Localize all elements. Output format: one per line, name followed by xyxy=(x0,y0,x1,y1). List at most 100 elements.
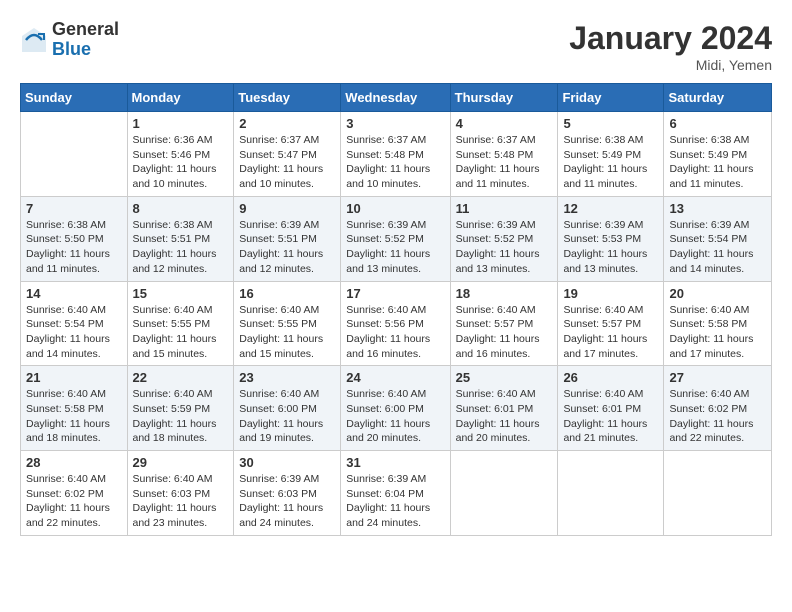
calendar-cell: 23 Sunrise: 6:40 AMSunset: 6:00 PMDayligh… xyxy=(234,366,341,451)
logo-blue: Blue xyxy=(52,40,119,60)
calendar-cell: 9 Sunrise: 6:39 AMSunset: 5:51 PMDaylight… xyxy=(234,196,341,281)
calendar-cell: 2Sunrise: 6:37 AMSunset: 5:47 PMDaylight… xyxy=(234,112,341,197)
week-row-3: 21Sunrise: 6:40 AMSunset: 5:58 PMDayligh… xyxy=(21,366,772,451)
week-row-4: 28Sunrise: 6:40 AMSunset: 6:02 PMDayligh… xyxy=(21,451,772,536)
calendar-cell: 25 Sunrise: 6:40 AMSunset: 6:01 PMDayligh… xyxy=(450,366,558,451)
header-saturday: Saturday xyxy=(664,84,772,112)
day-number: 30 xyxy=(239,455,335,470)
day-number: 16 xyxy=(239,286,335,301)
day-number: 20 xyxy=(669,286,766,301)
header-friday: Friday xyxy=(558,84,664,112)
day-number: 22 xyxy=(133,370,229,385)
day-number: 9 xyxy=(239,201,335,216)
calendar-cell: 19 Sunrise: 6:40 AMSunset: 5:57 PMDayligh… xyxy=(558,281,664,366)
calendar-cell: 13Sunrise: 6:39 AMSunset: 5:54 PMDayligh… xyxy=(664,196,772,281)
calendar-cell xyxy=(558,451,664,536)
header-row: SundayMondayTuesdayWednesdayThursdayFrid… xyxy=(21,84,772,112)
week-row-2: 14 Sunrise: 6:40 AMSunset: 5:54 PMDayligh… xyxy=(21,281,772,366)
day-info: Sunrise: 6:38 AMSunset: 5:50 PMDaylight:… xyxy=(26,218,122,277)
day-number: 2 xyxy=(239,116,335,131)
day-info: Sunrise: 6:40 AMSunset: 5:56 PMDaylight:… xyxy=(346,303,444,362)
week-row-0: 1Sunrise: 6:36 AMSunset: 5:46 PMDaylight… xyxy=(21,112,772,197)
day-number: 7 xyxy=(26,201,122,216)
day-number: 8 xyxy=(133,201,229,216)
day-info: Sunrise: 6:39 AMSunset: 5:51 PMDaylight:… xyxy=(239,218,335,277)
calendar-cell: 30Sunrise: 6:39 AMSunset: 6:03 PMDayligh… xyxy=(234,451,341,536)
calendar-cell: 12 Sunrise: 6:39 AMSunset: 5:53 PMDayligh… xyxy=(558,196,664,281)
day-number: 25 xyxy=(456,370,553,385)
location: Midi, Yemen xyxy=(569,57,772,73)
calendar-cell: 17 Sunrise: 6:40 AMSunset: 5:56 PMDayligh… xyxy=(341,281,450,366)
day-number: 17 xyxy=(346,286,444,301)
day-number: 5 xyxy=(563,116,658,131)
calendar-table: SundayMondayTuesdayWednesdayThursdayFrid… xyxy=(20,83,772,536)
calendar-cell: 27Sunrise: 6:40 AMSunset: 6:02 PMDayligh… xyxy=(664,366,772,451)
day-info: Sunrise: 6:38 AMSunset: 5:49 PMDaylight:… xyxy=(669,133,766,192)
logo-text: General Blue xyxy=(52,20,119,60)
calendar-cell: 1Sunrise: 6:36 AMSunset: 5:46 PMDaylight… xyxy=(127,112,234,197)
calendar-cell: 28Sunrise: 6:40 AMSunset: 6:02 PMDayligh… xyxy=(21,451,128,536)
day-info: Sunrise: 6:39 AMSunset: 5:52 PMDaylight:… xyxy=(346,218,444,277)
day-info: Sunrise: 6:40 AMSunset: 5:57 PMDaylight:… xyxy=(563,303,658,362)
day-info: Sunrise: 6:39 AMSunset: 5:54 PMDaylight:… xyxy=(669,218,766,277)
day-info: Sunrise: 6:40 AMSunset: 6:01 PMDaylight:… xyxy=(456,387,553,446)
day-number: 23 xyxy=(239,370,335,385)
month-title: January 2024 xyxy=(569,20,772,57)
header-tuesday: Tuesday xyxy=(234,84,341,112)
calendar-cell: 3Sunrise: 6:37 AMSunset: 5:48 PMDaylight… xyxy=(341,112,450,197)
day-number: 29 xyxy=(133,455,229,470)
calendar-cell: 6Sunrise: 6:38 AMSunset: 5:49 PMDaylight… xyxy=(664,112,772,197)
day-number: 12 xyxy=(563,201,658,216)
day-info: Sunrise: 6:40 AMSunset: 5:57 PMDaylight:… xyxy=(456,303,553,362)
calendar-cell xyxy=(664,451,772,536)
day-info: Sunrise: 6:40 AMSunset: 5:55 PMDaylight:… xyxy=(133,303,229,362)
calendar-cell: 21Sunrise: 6:40 AMSunset: 5:58 PMDayligh… xyxy=(21,366,128,451)
calendar-cell: 10 Sunrise: 6:39 AMSunset: 5:52 PMDayligh… xyxy=(341,196,450,281)
calendar-cell: 24Sunrise: 6:40 AMSunset: 6:00 PMDayligh… xyxy=(341,366,450,451)
day-info: Sunrise: 6:40 AMSunset: 6:02 PMDaylight:… xyxy=(669,387,766,446)
day-number: 14 xyxy=(26,286,122,301)
header-wednesday: Wednesday xyxy=(341,84,450,112)
calendar-cell: 20 Sunrise: 6:40 AMSunset: 5:58 PMDayligh… xyxy=(664,281,772,366)
day-number: 18 xyxy=(456,286,553,301)
day-info: Sunrise: 6:39 AMSunset: 5:52 PMDaylight:… xyxy=(456,218,553,277)
day-info: Sunrise: 6:40 AMSunset: 6:00 PMDaylight:… xyxy=(239,387,335,446)
day-number: 28 xyxy=(26,455,122,470)
calendar-cell: 8 Sunrise: 6:38 AMSunset: 5:51 PMDaylight… xyxy=(127,196,234,281)
calendar-cell: 11 Sunrise: 6:39 AMSunset: 5:52 PMDayligh… xyxy=(450,196,558,281)
day-info: Sunrise: 6:40 AMSunset: 5:58 PMDaylight:… xyxy=(669,303,766,362)
day-info: Sunrise: 6:39 AMSunset: 5:53 PMDaylight:… xyxy=(563,218,658,277)
day-number: 24 xyxy=(346,370,444,385)
header-sunday: Sunday xyxy=(21,84,128,112)
calendar-cell: 5 Sunrise: 6:38 AMSunset: 5:49 PMDaylight… xyxy=(558,112,664,197)
calendar-cell: 18 Sunrise: 6:40 AMSunset: 5:57 PMDayligh… xyxy=(450,281,558,366)
title-block: January 2024 Midi, Yemen xyxy=(569,20,772,73)
calendar-cell: 26Sunrise: 6:40 AMSunset: 6:01 PMDayligh… xyxy=(558,366,664,451)
day-number: 4 xyxy=(456,116,553,131)
calendar-cell xyxy=(450,451,558,536)
day-info: Sunrise: 6:39 AMSunset: 6:04 PMDaylight:… xyxy=(346,472,444,531)
day-number: 10 xyxy=(346,201,444,216)
day-number: 31 xyxy=(346,455,444,470)
day-info: Sunrise: 6:40 AMSunset: 5:58 PMDaylight:… xyxy=(26,387,122,446)
day-info: Sunrise: 6:37 AMSunset: 5:48 PMDaylight:… xyxy=(346,133,444,192)
day-number: 11 xyxy=(456,201,553,216)
calendar-cell: 16 Sunrise: 6:40 AMSunset: 5:55 PMDayligh… xyxy=(234,281,341,366)
calendar-cell: 22Sunrise: 6:40 AMSunset: 5:59 PMDayligh… xyxy=(127,366,234,451)
logo-general: General xyxy=(52,20,119,40)
calendar-cell: 14 Sunrise: 6:40 AMSunset: 5:54 PMDayligh… xyxy=(21,281,128,366)
logo: General Blue xyxy=(20,20,119,60)
day-number: 1 xyxy=(133,116,229,131)
calendar-cell: 7 Sunrise: 6:38 AMSunset: 5:50 PMDaylight… xyxy=(21,196,128,281)
day-info: Sunrise: 6:40 AMSunset: 6:03 PMDaylight:… xyxy=(133,472,229,531)
calendar-cell: 15 Sunrise: 6:40 AMSunset: 5:55 PMDayligh… xyxy=(127,281,234,366)
day-number: 15 xyxy=(133,286,229,301)
day-info: Sunrise: 6:40 AMSunset: 5:55 PMDaylight:… xyxy=(239,303,335,362)
day-info: Sunrise: 6:38 AMSunset: 5:51 PMDaylight:… xyxy=(133,218,229,277)
week-row-1: 7 Sunrise: 6:38 AMSunset: 5:50 PMDaylight… xyxy=(21,196,772,281)
logo-icon xyxy=(20,26,48,54)
day-info: Sunrise: 6:38 AMSunset: 5:49 PMDaylight:… xyxy=(563,133,658,192)
calendar-cell: 29 Sunrise: 6:40 AMSunset: 6:03 PMDayligh… xyxy=(127,451,234,536)
day-number: 19 xyxy=(563,286,658,301)
day-info: Sunrise: 6:40 AMSunset: 5:54 PMDaylight:… xyxy=(26,303,122,362)
